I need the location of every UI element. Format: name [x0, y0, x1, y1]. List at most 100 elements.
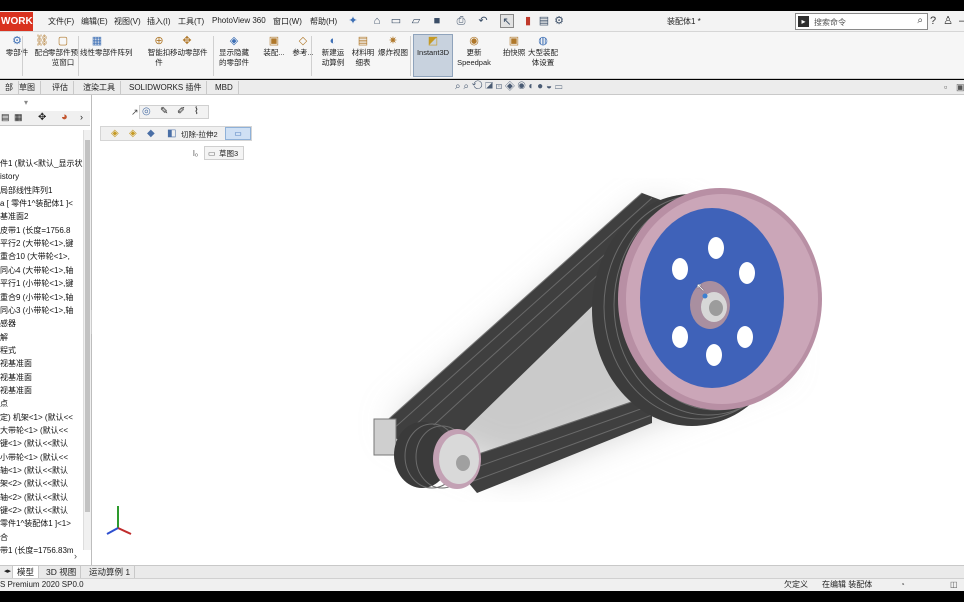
- exploded-view-button[interactable]: ✷ 爆炸视图: [376, 34, 410, 58]
- menu-window[interactable]: 窗口(W): [273, 16, 302, 27]
- edit-part-icon[interactable]: ✐: [177, 106, 185, 117]
- tree-item[interactable]: 重合10 (大带轮<1>,: [0, 251, 84, 263]
- tree-scroll-right-icon[interactable]: ›: [74, 551, 77, 561]
- linear-pattern-button[interactable]: ▦ 线性零部件阵列: [80, 34, 133, 58]
- tab-scroll-icon[interactable]: ◂▸: [0, 566, 13, 578]
- tree-item[interactable]: 轴<2> (默认<<默认: [0, 492, 84, 504]
- tab-sketch[interactable]: 草图: [14, 81, 41, 94]
- update-speedpak-button[interactable]: ◉ 更新 Speedpak: [457, 34, 491, 68]
- property-manager-tab-icon[interactable]: ▦: [14, 112, 28, 124]
- tree-item[interactable]: 视基准面: [0, 358, 84, 370]
- panel-collapse-arrow-icon[interactable]: ▾: [24, 98, 28, 107]
- file-properties-icon[interactable]: ▤: [537, 14, 551, 28]
- tree-item[interactable]: 同心4 (大带轮<1>,轴: [0, 265, 84, 277]
- tree-item[interactable]: 平行2 (大带轮<1>,键: [0, 238, 84, 250]
- component-crumb-icon[interactable]: ◈: [129, 128, 137, 139]
- tree-item[interactable]: 架<2> (默认<<默认: [0, 478, 84, 490]
- new-motion-study-button[interactable]: ◐ 新建运 动算例: [316, 34, 350, 68]
- zoom-to-fit-icon[interactable]: ⌕: [455, 81, 461, 92]
- appearance-brush-icon[interactable]: ⌇: [194, 106, 199, 117]
- print-icon[interactable]: ⎙: [454, 14, 468, 28]
- tree-item[interactable]: 局部线性阵列1: [0, 185, 84, 197]
- status-units-icon[interactable]: ◫: [950, 579, 958, 591]
- tree-item[interactable]: 小带轮<1> (默认<<: [0, 452, 84, 464]
- sketch-crumb-icon[interactable]: ▭: [225, 127, 251, 140]
- previous-view-icon[interactable]: ⟲: [472, 81, 483, 92]
- minimize-icon[interactable]: –: [955, 14, 964, 28]
- tree-item[interactable]: 感器: [0, 318, 84, 330]
- view-settings-icon[interactable]: ▭: [555, 81, 563, 92]
- edit-appearance-icon[interactable]: ●: [537, 81, 543, 92]
- search-commands-field[interactable]: ▸ 搜索命令 ⌕: [795, 13, 928, 30]
- pin-icon[interactable]: ✦: [346, 14, 360, 28]
- tab-evaluate[interactable]: 评估: [47, 81, 74, 94]
- component-preview-button[interactable]: ▢ 零部件预 览窗口: [46, 34, 80, 68]
- dynamic-annotation-icon[interactable]: ⊡: [496, 81, 502, 92]
- menu-tools[interactable]: 工具(T): [178, 16, 204, 27]
- tab-render-tools[interactable]: 渲染工具: [78, 81, 121, 94]
- breadcrumb-feature-label[interactable]: 切除-拉伸2: [181, 129, 218, 140]
- tree-item[interactable]: 件1 (默认<默认_显示状: [0, 158, 84, 170]
- instant3d-button[interactable]: ◩ Instant3D: [414, 34, 452, 58]
- tree-item[interactable]: 点: [0, 398, 84, 410]
- new-document-icon[interactable]: ▭: [389, 14, 403, 28]
- tree-item[interactable]: 带1 (长度=1756.83m: [0, 545, 84, 557]
- show-hidden-button[interactable]: ◈ 显示隐藏 的零部件: [217, 34, 251, 68]
- rebuild-status-icon[interactable]: ◔: [900, 579, 905, 591]
- viewport-maximize-icon[interactable]: ▣: [956, 82, 964, 93]
- tree-item[interactable]: 键<1> (默认<<默认: [0, 438, 84, 450]
- section-view-icon[interactable]: ◪: [485, 81, 493, 92]
- tree-item[interactable]: 大带轮<1> (默认<<: [0, 425, 84, 437]
- reference-geometry-button[interactable]: ◇ 参考...: [286, 34, 320, 58]
- tree-item[interactable]: 合: [0, 532, 84, 544]
- sketch-flyout[interactable]: ▭ 草图3: [204, 146, 244, 160]
- menu-help[interactable]: 帮助(H): [310, 16, 337, 27]
- graphics-area[interactable]: ↖: [92, 95, 964, 565]
- tree-item[interactable]: a [ 零件1^装配体1 ]<: [0, 198, 84, 210]
- tab-motion-study[interactable]: 运动算例 1: [85, 566, 136, 578]
- tree-item[interactable]: 平行1 (小带轮<1>,键: [0, 278, 84, 290]
- tree-item[interactable]: 同心3 (小带轮<1>,轴: [0, 305, 84, 317]
- hide-show-items-icon[interactable]: ◐: [528, 81, 534, 92]
- large-assembly-settings-button[interactable]: ◍ 大型装配 体设置: [526, 34, 560, 68]
- expand-toolbar-icon[interactable]: ↗: [131, 107, 139, 118]
- bill-of-materials-button[interactable]: ▤ 材料明 细表: [346, 34, 380, 68]
- home-icon[interactable]: ⌂: [370, 14, 384, 28]
- assembly-crumb-icon[interactable]: ◈: [111, 128, 119, 139]
- sketch-tool-icon[interactable]: ✎: [160, 106, 168, 117]
- zoom-area-icon[interactable]: ⌕: [463, 81, 469, 92]
- panel-more-icon[interactable]: ›: [80, 112, 90, 124]
- help-question-icon[interactable]: ?: [926, 14, 940, 28]
- apply-scene-icon[interactable]: ◒: [546, 81, 552, 92]
- tree-item[interactable]: 定) 机架<1> (默认<<: [0, 412, 84, 424]
- large-pulley[interactable]: [618, 188, 822, 410]
- tree-item[interactable]: 基准面2: [0, 211, 84, 223]
- rebuild-icon[interactable]: ▮: [521, 14, 535, 28]
- tree-item[interactable]: 视基准面: [0, 372, 84, 384]
- menu-file[interactable]: 文件(F): [48, 16, 74, 27]
- viewport-restore-icon[interactable]: ▫: [944, 82, 947, 92]
- menu-view[interactable]: 视图(V): [114, 16, 141, 27]
- mate-icon[interactable]: ◎: [142, 106, 151, 117]
- tab-model[interactable]: 模型: [13, 566, 40, 578]
- feature-tree-tab-icon[interactable]: ▤: [1, 112, 11, 124]
- open-folder-icon[interactable]: ▱: [409, 14, 423, 28]
- tree-item[interactable]: 皮带1 (长度=1756.8: [0, 225, 84, 237]
- tree-item[interactable]: 视基准面: [0, 385, 84, 397]
- tree-item[interactable]: 解: [0, 332, 84, 344]
- select-cursor-icon[interactable]: ↖: [500, 14, 514, 28]
- display-manager-tab-icon[interactable]: ◕: [61, 111, 75, 123]
- search-mode-icon[interactable]: ▸: [798, 16, 809, 27]
- part-crumb-icon[interactable]: ◆: [147, 128, 155, 139]
- display-style-icon[interactable]: ◉: [518, 81, 526, 92]
- view-orientation-icon[interactable]: ◈: [505, 81, 515, 92]
- tab-3d-views[interactable]: 3D 视图: [42, 566, 82, 578]
- tree-item[interactable]: istory: [0, 171, 84, 183]
- move-component-button[interactable]: ✥ 移动零部件: [170, 34, 208, 58]
- tab-solidworks-addins[interactable]: SOLIDWORKS 插件: [124, 81, 208, 94]
- options-gear-icon[interactable]: ⚙: [552, 14, 566, 28]
- menu-insert[interactable]: 插入(I): [147, 16, 171, 27]
- tree-item[interactable]: 程式: [0, 345, 84, 357]
- tree-item[interactable]: 轴<1> (默认<<默认: [0, 465, 84, 477]
- search-icon[interactable]: ⌕: [917, 15, 923, 26]
